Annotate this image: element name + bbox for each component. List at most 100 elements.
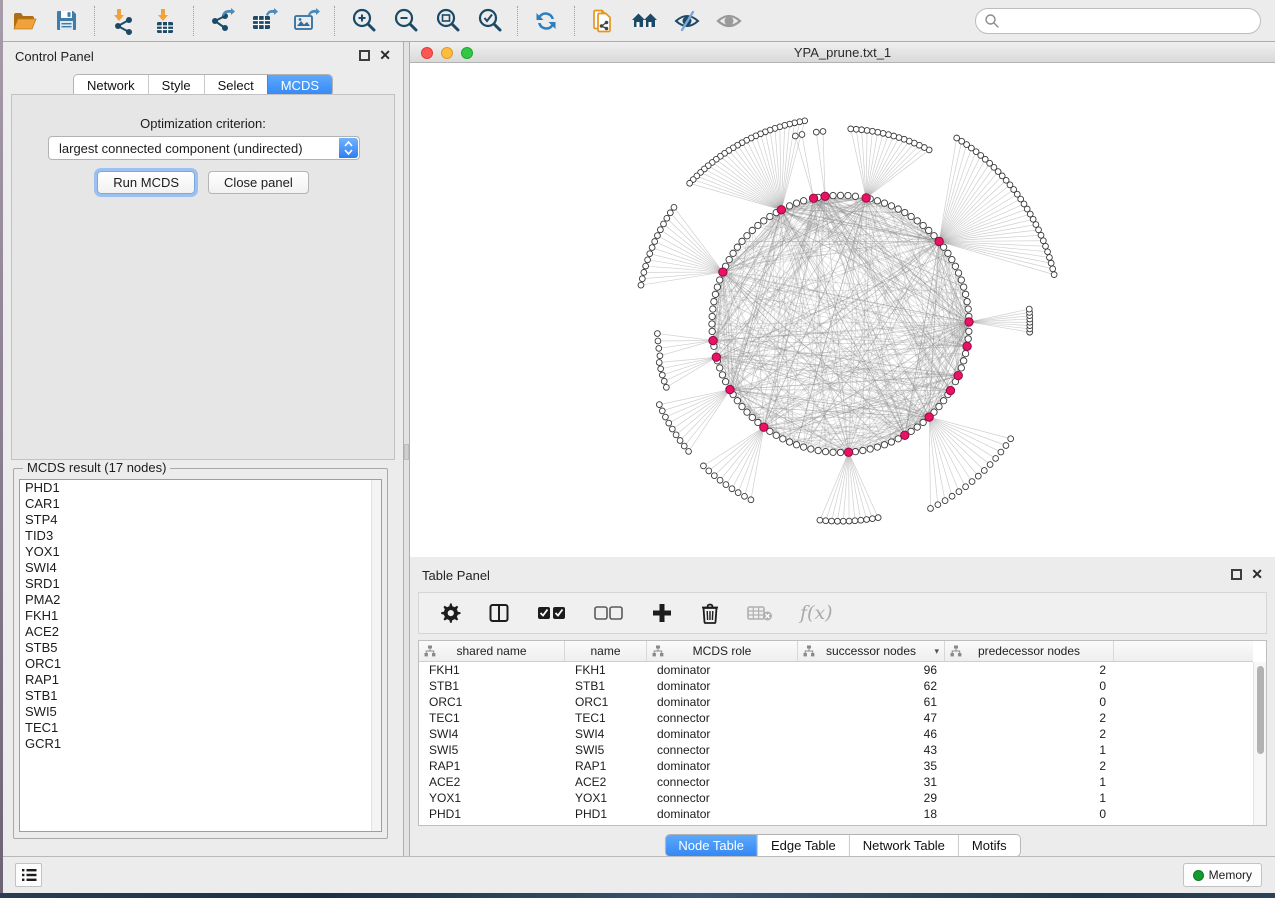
network-leaf-node[interactable]	[813, 129, 819, 135]
criterion-dropdown[interactable]: largest connected component (undirected)	[48, 136, 360, 160]
network-leaf-node[interactable]	[969, 479, 975, 485]
network-node[interactable]	[914, 424, 920, 430]
network-leaf-node[interactable]	[656, 402, 662, 408]
network-leaf-node[interactable]	[993, 456, 999, 462]
mcds-hub-node[interactable]	[777, 206, 785, 214]
network-node[interactable]	[780, 436, 786, 442]
network-leaf-node[interactable]	[823, 518, 829, 524]
network-node[interactable]	[926, 227, 932, 233]
tab-network[interactable]: Network	[74, 75, 148, 96]
network-leaf-node[interactable]	[942, 498, 948, 504]
cell-name[interactable]: ACE2	[565, 774, 647, 790]
network-node[interactable]	[755, 222, 761, 228]
column-header-MCDS-role[interactable]: MCDS role	[647, 641, 798, 661]
network-node[interactable]	[739, 403, 745, 409]
network-node[interactable]	[949, 256, 955, 262]
mcds-result-item[interactable]: STB1	[20, 688, 381, 704]
network-leaf-node[interactable]	[656, 360, 662, 366]
table-row[interactable]: PHD1PHD1dominator180	[419, 806, 1253, 822]
cell-successor-nodes[interactable]: 31	[798, 774, 945, 790]
network-leaf-node[interactable]	[649, 245, 655, 251]
network-leaf-node[interactable]	[848, 126, 854, 132]
column-header-shared-name[interactable]: shared name	[419, 641, 565, 661]
zoom-fit-button[interactable]	[430, 5, 464, 37]
network-leaf-node[interactable]	[656, 346, 662, 352]
network-leaf-node[interactable]	[706, 468, 712, 474]
cell-MCDS-role[interactable]: dominator	[647, 694, 798, 710]
network-node[interactable]	[908, 213, 914, 219]
network-leaf-node[interactable]	[666, 420, 672, 426]
mcds-hub-node[interactable]	[965, 318, 973, 326]
network-node[interactable]	[940, 398, 946, 404]
network-leaf-node[interactable]	[735, 490, 741, 496]
export-network-button[interactable]	[205, 5, 239, 37]
network-node[interactable]	[920, 222, 926, 228]
cell-successor-nodes[interactable]: 62	[798, 678, 945, 694]
close-panel-button[interactable]: Close panel	[208, 171, 309, 194]
network-node[interactable]	[711, 298, 717, 304]
cell-shared-name[interactable]: FKH1	[419, 662, 565, 678]
cell-successor-nodes[interactable]: 35	[798, 758, 945, 774]
float-panel-icon[interactable]	[1231, 569, 1242, 580]
network-leaf-node[interactable]	[667, 210, 673, 216]
network-node[interactable]	[960, 358, 966, 364]
zoom-selected-button[interactable]	[472, 5, 506, 37]
network-leaf-node[interactable]	[928, 506, 934, 512]
network-leaf-node[interactable]	[647, 251, 653, 257]
mcds-result-item[interactable]: FKH1	[20, 608, 381, 624]
network-node[interactable]	[767, 213, 773, 219]
run-mcds-button[interactable]: Run MCDS	[97, 171, 195, 194]
network-leaf-node[interactable]	[711, 473, 717, 479]
network-leaf-node[interactable]	[1050, 266, 1056, 272]
network-leaf-node[interactable]	[669, 426, 675, 432]
network-node[interactable]	[786, 203, 792, 209]
network-node[interactable]	[965, 306, 971, 312]
float-panel-icon[interactable]	[359, 50, 370, 61]
network-node[interactable]	[726, 256, 732, 262]
network-node[interactable]	[920, 419, 926, 425]
mcds-hub-node[interactable]	[844, 448, 852, 456]
network-leaf-node[interactable]	[659, 372, 665, 378]
network-leaf-node[interactable]	[638, 282, 644, 288]
status-menu-button[interactable]	[15, 863, 42, 887]
cell-MCDS-role[interactable]: connector	[647, 774, 798, 790]
search-input[interactable]	[1000, 11, 1260, 31]
cell-shared-name[interactable]: ORC1	[419, 694, 565, 710]
network-node[interactable]	[793, 442, 799, 448]
network-node[interactable]	[936, 403, 942, 409]
cell-shared-name[interactable]: STB1	[419, 678, 565, 694]
cell-name[interactable]: STB1	[565, 678, 647, 694]
cell-shared-name[interactable]: YOX1	[419, 790, 565, 806]
network-node[interactable]	[761, 218, 767, 224]
table-scrollbar-thumb[interactable]	[1257, 666, 1264, 754]
table-settings-button[interactable]	[439, 600, 461, 626]
network-node[interactable]	[902, 209, 908, 215]
network-leaf-node[interactable]	[858, 517, 864, 523]
cell-predecessor-nodes[interactable]: 2	[945, 662, 1114, 678]
network-leaf-node[interactable]	[829, 518, 835, 524]
table-row[interactable]: ORC1ORC1dominator610	[419, 694, 1253, 710]
cell-predecessor-nodes[interactable]: 1	[945, 774, 1114, 790]
network-leaf-node[interactable]	[643, 263, 649, 269]
cell-shared-name[interactable]: ACE2	[419, 774, 565, 790]
cell-name[interactable]: SWI5	[565, 742, 647, 758]
mcds-list-scrollbar[interactable]	[371, 480, 381, 831]
cell-MCDS-role[interactable]: connector	[647, 790, 798, 806]
network-leaf-node[interactable]	[645, 257, 651, 263]
network-leaf-node[interactable]	[655, 233, 661, 239]
tab-motifs[interactable]: Motifs	[958, 835, 1020, 856]
cell-name[interactable]: SWI4	[565, 726, 647, 742]
network-node[interactable]	[964, 298, 970, 304]
network-leaf-node[interactable]	[663, 384, 669, 390]
network-leaf-node[interactable]	[987, 462, 993, 468]
cell-name[interactable]: PHD1	[565, 806, 647, 822]
network-leaf-node[interactable]	[1008, 436, 1014, 442]
network-leaf-node[interactable]	[840, 518, 846, 524]
network-node[interactable]	[793, 200, 799, 206]
mcds-hub-node[interactable]	[901, 431, 909, 439]
network-node[interactable]	[874, 198, 880, 204]
network-leaf-node[interactable]	[949, 493, 955, 499]
network-canvas[interactable]	[410, 63, 1275, 557]
mcds-result-item[interactable]: ORC1	[20, 656, 381, 672]
mcds-result-item[interactable]: TEC1	[20, 720, 381, 736]
